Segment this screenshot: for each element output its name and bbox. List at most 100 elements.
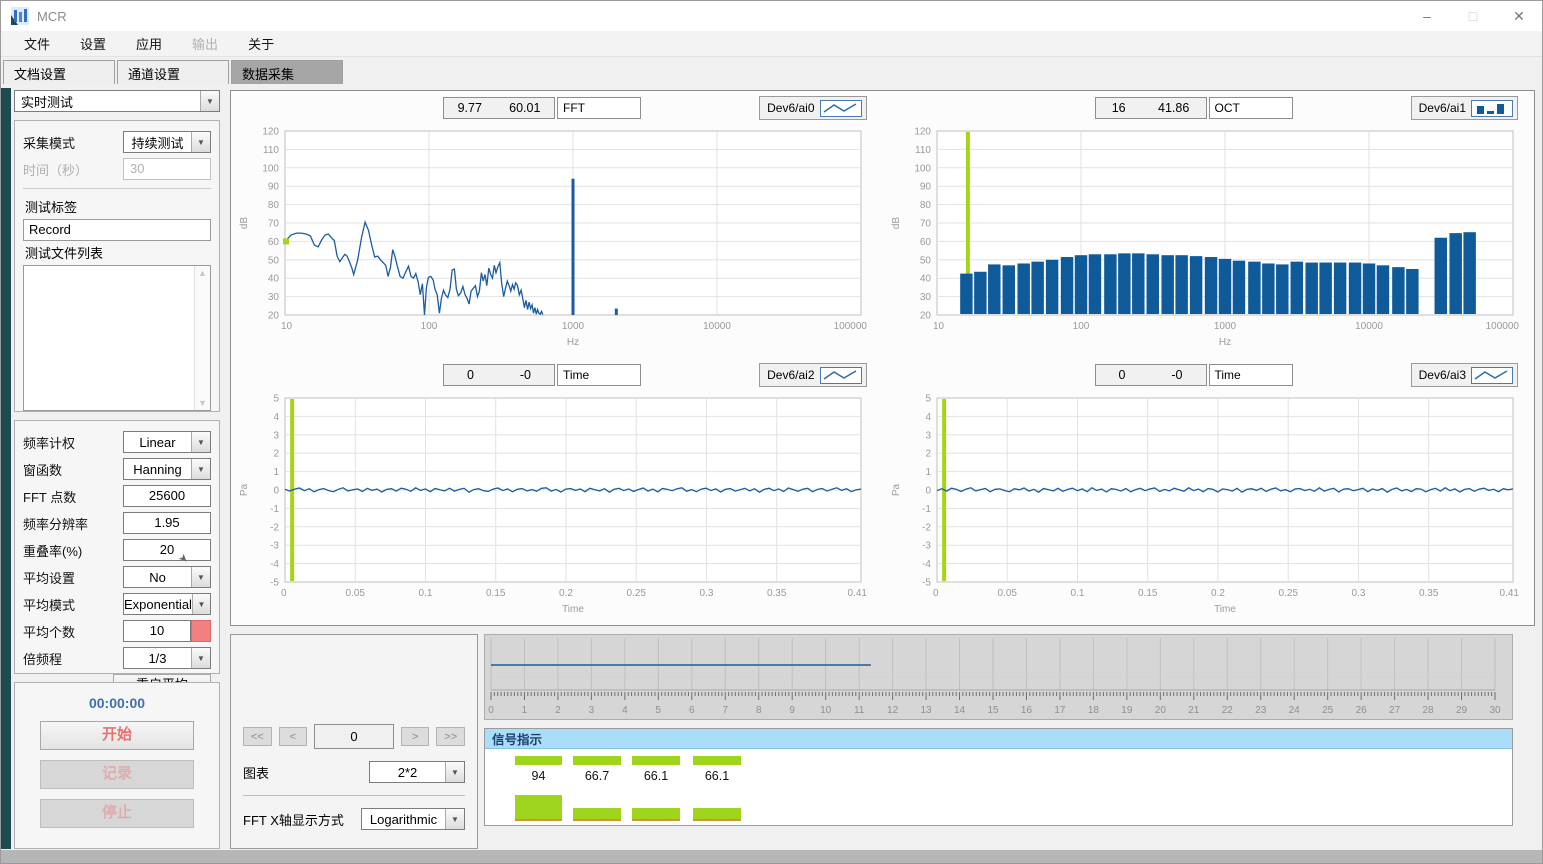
chevron-down-icon[interactable]: ▼ bbox=[191, 432, 210, 452]
page-counter-input[interactable]: 0 bbox=[314, 724, 394, 749]
window-function-select[interactable]: Hanning ▼ bbox=[123, 458, 211, 480]
svg-text:13: 13 bbox=[921, 705, 933, 716]
chevron-down-icon[interactable]: ▼ bbox=[191, 459, 210, 479]
first-page-button[interactable]: << bbox=[243, 727, 272, 746]
fft-xaxis-mode-select[interactable]: Logarithmic ▼ bbox=[361, 808, 465, 830]
chart-layout-label: 图表 bbox=[243, 763, 269, 782]
last-page-button[interactable]: >> bbox=[436, 727, 465, 746]
acq-mode-select[interactable]: 持续测试 ▼ bbox=[123, 131, 211, 153]
average-setting-select[interactable]: No ▼ bbox=[123, 566, 211, 588]
svg-text:dB: dB bbox=[891, 217, 902, 230]
fft-channel-selector[interactable]: Dev6/ai0 bbox=[759, 96, 866, 120]
chevron-down-icon[interactable]: ▼ bbox=[200, 91, 219, 111]
chevron-down-icon[interactable]: ▼ bbox=[445, 762, 464, 782]
svg-text:Hz: Hz bbox=[567, 337, 579, 348]
chevron-down-icon[interactable]: ▼ bbox=[191, 567, 210, 587]
overlap-input[interactable]: 20 bbox=[123, 539, 211, 561]
svg-text:Pa: Pa bbox=[891, 483, 902, 496]
record-timeline[interactable]: 0123456789101112131415161718192021222324… bbox=[484, 634, 1513, 720]
app-window: MCR – □ ✕ 文件 设置 应用 输出 关于 文档设置 通道设置 数据采集 … bbox=[0, 0, 1543, 864]
svg-text:-4: -4 bbox=[922, 559, 931, 570]
test-tag-input[interactable]: Record bbox=[23, 219, 211, 241]
octave-select[interactable]: 1/3 ▼ bbox=[123, 647, 211, 669]
svg-text:28: 28 bbox=[1423, 705, 1435, 716]
svg-text:0: 0 bbox=[273, 486, 279, 497]
tab-channel-settings[interactable]: 通道设置 bbox=[117, 60, 229, 85]
menu-file[interactable]: 文件 bbox=[9, 34, 65, 53]
svg-text:4: 4 bbox=[925, 412, 931, 423]
start-button[interactable]: 开始 bbox=[40, 721, 194, 750]
next-page-button[interactable]: > bbox=[401, 727, 430, 746]
svg-text:-5: -5 bbox=[922, 578, 931, 589]
tab-data-acquisition[interactable]: 数据采集 bbox=[231, 60, 343, 85]
menu-settings[interactable]: 设置 bbox=[65, 34, 121, 53]
maximize-button[interactable]: □ bbox=[1450, 1, 1496, 31]
time-ai3-channel-selector[interactable]: Dev6/ai3 bbox=[1411, 363, 1518, 387]
close-button[interactable]: ✕ bbox=[1496, 1, 1542, 31]
record-timeline-ruler[interactable]: 0123456789101112131415161718192021222324… bbox=[485, 635, 1503, 719]
svg-text:16: 16 bbox=[1021, 705, 1033, 716]
svg-text:Pa: Pa bbox=[239, 483, 250, 496]
time-ai2-plot[interactable]: -5-4-3-2-101234500.050.10.150.20.250.30.… bbox=[235, 390, 875, 618]
average-count-input[interactable]: 10 bbox=[123, 620, 191, 642]
svg-text:10: 10 bbox=[820, 705, 832, 716]
svg-text:60: 60 bbox=[268, 237, 280, 248]
time-ai2-type-input[interactable]: Time bbox=[557, 364, 641, 386]
svg-text:0.35: 0.35 bbox=[1418, 588, 1438, 599]
chevron-down-icon[interactable]: ▼ bbox=[191, 132, 210, 152]
svg-text:4: 4 bbox=[622, 705, 628, 716]
signal-value: 94 bbox=[515, 769, 562, 783]
oct-type-input[interactable]: OCT bbox=[1209, 97, 1293, 119]
scroll-down-icon[interactable]: ▼ bbox=[198, 398, 207, 408]
charts-grid: 9.77 60.01 FFT Dev6/ai0 2030405 bbox=[230, 90, 1535, 626]
elapsed-timer: 00:00:00 bbox=[89, 695, 145, 711]
svg-text:0.3: 0.3 bbox=[700, 588, 714, 599]
prev-page-button[interactable]: < bbox=[279, 727, 308, 746]
svg-text:-2: -2 bbox=[270, 522, 279, 533]
minimize-button[interactable]: – bbox=[1404, 1, 1450, 31]
oct-channel-selector[interactable]: Dev6/ai1 bbox=[1411, 96, 1518, 120]
average-mode-select[interactable]: Exponential ▼ bbox=[123, 593, 211, 615]
chevron-down-icon[interactable]: ▼ bbox=[192, 594, 210, 614]
svg-text:Time: Time bbox=[1214, 604, 1236, 615]
svg-text:10: 10 bbox=[933, 321, 945, 332]
bottom-row: << < 0 > >> 图表 2*2 ▼ bbox=[230, 634, 1535, 849]
time-ai3-plot[interactable]: -5-4-3-2-101234500.050.10.150.20.250.30.… bbox=[887, 390, 1527, 618]
svg-text:60: 60 bbox=[919, 237, 931, 248]
title-bar: MCR – □ ✕ bbox=[1, 1, 1542, 31]
svg-text:40: 40 bbox=[268, 274, 280, 285]
oct-plot[interactable]: 2030405060708090100110120101001000100001… bbox=[887, 123, 1527, 351]
freq-resolution-input[interactable]: 1.95 bbox=[123, 512, 211, 534]
svg-text:8: 8 bbox=[756, 705, 762, 716]
tab-document-settings[interactable]: 文档设置 bbox=[3, 60, 115, 85]
signal-indicator-title: 信号指示 bbox=[485, 729, 1512, 749]
test-mode-select[interactable]: 实时测试 ▼ bbox=[14, 90, 220, 112]
test-file-list[interactable]: ▲ ▼ bbox=[23, 265, 211, 411]
fft-plot[interactable]: 2030405060708090100110120101001000100001… bbox=[235, 123, 875, 351]
time-ai3-type-input[interactable]: Time bbox=[1209, 364, 1293, 386]
svg-text:2: 2 bbox=[555, 705, 561, 716]
time-ai2-cursor-readout: 0 -0 bbox=[443, 364, 555, 386]
svg-text:9: 9 bbox=[789, 705, 795, 716]
fft-points-input[interactable]: 25600 bbox=[123, 485, 211, 507]
chevron-down-icon[interactable]: ▼ bbox=[191, 648, 210, 668]
svg-text:0.1: 0.1 bbox=[419, 588, 433, 599]
signal-level-bar bbox=[515, 756, 562, 765]
list-scrollbar[interactable]: ▲ ▼ bbox=[194, 266, 210, 410]
stop-button: 停止 bbox=[40, 799, 194, 828]
svg-text:70: 70 bbox=[919, 219, 931, 230]
bar-chart-icon bbox=[1471, 100, 1513, 117]
fft-type-input[interactable]: FFT bbox=[557, 97, 641, 119]
chart-layout-select[interactable]: 2*2 ▼ bbox=[369, 761, 465, 783]
scroll-up-icon[interactable]: ▲ bbox=[198, 268, 207, 278]
signal-indicator-body: 9466.766.166.1 bbox=[485, 749, 1512, 825]
freq-weighting-select[interactable]: Linear ▼ bbox=[123, 431, 211, 453]
svg-text:0.41: 0.41 bbox=[848, 588, 868, 599]
oct-cursor-readout: 16 41.86 bbox=[1095, 97, 1207, 119]
chevron-down-icon[interactable]: ▼ bbox=[445, 809, 464, 829]
menu-application[interactable]: 应用 bbox=[121, 34, 177, 53]
time-ai2-channel-selector[interactable]: Dev6/ai2 bbox=[759, 363, 866, 387]
menu-about[interactable]: 关于 bbox=[233, 34, 289, 53]
svg-text:90: 90 bbox=[919, 182, 931, 193]
svg-text:0: 0 bbox=[488, 705, 494, 716]
